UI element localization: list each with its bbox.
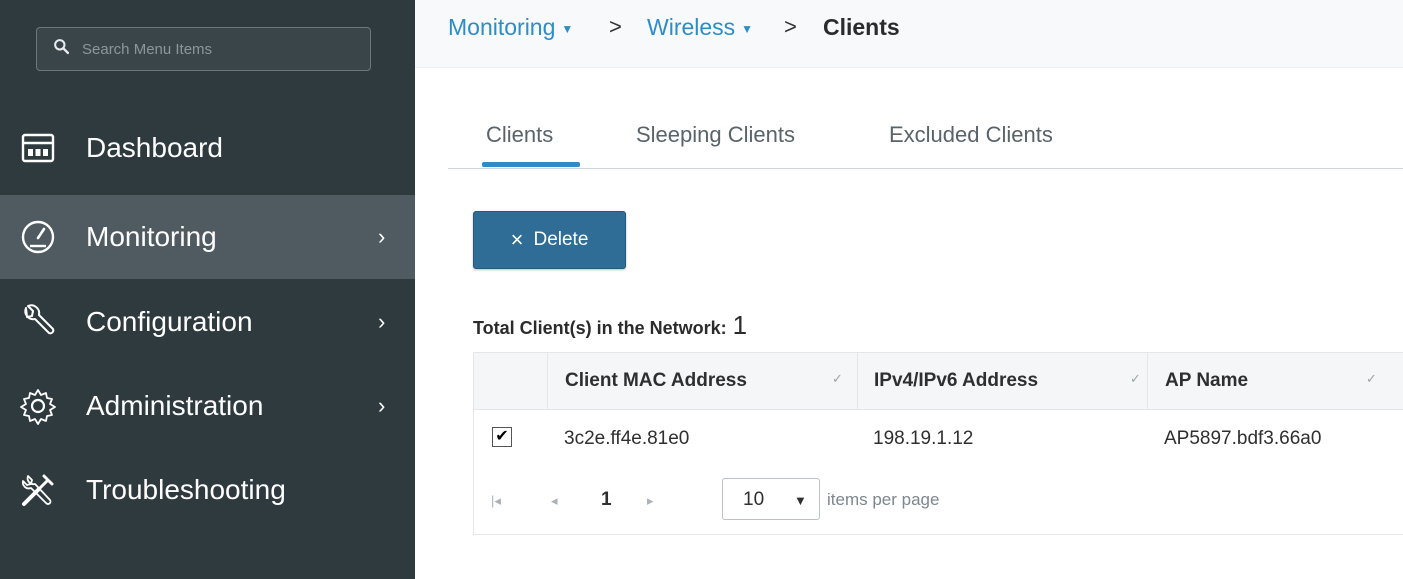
sort-icon[interactable]: ✓ bbox=[1366, 371, 1377, 387]
per-page-label: items per page bbox=[827, 490, 940, 509]
column-header-ip[interactable]: IPv4/IPv6 Address ✓ bbox=[857, 353, 1148, 409]
column-header-label: Client MAC Address bbox=[565, 370, 747, 391]
caret-down-icon: ▼ bbox=[561, 21, 574, 36]
total-clients: Total Client(s) in the Network: 1 bbox=[473, 310, 747, 341]
column-header-ap-name[interactable]: AP Name ✓ bbox=[1147, 353, 1403, 409]
gear-icon bbox=[14, 382, 62, 430]
first-page-icon[interactable]: |◂ bbox=[491, 493, 501, 509]
chevron-right-icon: › bbox=[378, 393, 386, 418]
active-tab-indicator bbox=[482, 162, 580, 167]
sidebar-item-label: Administration bbox=[86, 390, 264, 421]
breadcrumb-monitoring[interactable]: Monitoring ▼ bbox=[448, 14, 573, 41]
wrench-icon bbox=[14, 298, 62, 346]
sidebar-item-configuration[interactable]: Configuration › bbox=[0, 280, 415, 364]
search-icon bbox=[53, 38, 70, 60]
search-input[interactable] bbox=[80, 39, 344, 59]
breadcrumb-label: Monitoring bbox=[448, 14, 556, 40]
breadcrumb-separator: > bbox=[784, 14, 797, 39]
breadcrumb: Monitoring ▼ > Wireless ▼ > Clients bbox=[415, 0, 1403, 68]
sort-icon[interactable]: ✓ bbox=[832, 371, 843, 387]
sidebar-item-label: Troubleshooting bbox=[86, 474, 286, 505]
sidebar-item-monitoring[interactable]: Monitoring › bbox=[0, 195, 415, 279]
sidebar-item-label: Monitoring bbox=[86, 221, 217, 252]
clients-table: Client MAC Address ✓ IPv4/IPv6 Address ✓… bbox=[473, 352, 1403, 535]
delete-label: Delete bbox=[533, 229, 589, 250]
sidebar-item-label: Dashboard bbox=[86, 132, 223, 163]
tab-excluded-clients[interactable]: Excluded Clients bbox=[889, 122, 1053, 148]
delete-button[interactable]: × Delete bbox=[473, 211, 626, 269]
breadcrumb-wireless[interactable]: Wireless ▼ bbox=[647, 14, 753, 41]
close-icon: × bbox=[510, 227, 524, 252]
items-per-page-select[interactable]: 10 ▼ bbox=[722, 478, 820, 520]
sidebar: Dashboard Monitoring › Configuration › A… bbox=[0, 0, 415, 579]
breadcrumb-label: Wireless bbox=[647, 14, 736, 40]
tools-icon bbox=[14, 466, 62, 514]
chevron-right-icon: › bbox=[378, 224, 386, 249]
table-header: Client MAC Address ✓ IPv4/IPv6 Address ✓… bbox=[474, 353, 1403, 410]
tab-clients[interactable]: Clients bbox=[486, 122, 553, 148]
total-count: 1 bbox=[732, 310, 748, 340]
current-page[interactable]: 1 bbox=[601, 489, 612, 511]
next-page-icon[interactable]: ▸ bbox=[647, 493, 654, 509]
sidebar-item-administration[interactable]: Administration › bbox=[0, 364, 415, 448]
chevron-right-icon: › bbox=[378, 309, 386, 334]
gauge-icon bbox=[14, 213, 62, 261]
prev-page-icon[interactable]: ◂ bbox=[551, 493, 558, 509]
sort-icon[interactable]: ✓ bbox=[1130, 371, 1141, 387]
breadcrumb-separator: > bbox=[609, 14, 622, 39]
total-label: Total Client(s) in the Network: bbox=[473, 318, 727, 338]
cell-ap-name: AP5897.bdf3.66a0 bbox=[1164, 428, 1322, 449]
column-header-mac[interactable]: Client MAC Address ✓ bbox=[547, 353, 858, 409]
caret-down-icon: ▼ bbox=[741, 21, 754, 36]
column-header-label: AP Name bbox=[1165, 370, 1249, 391]
row-checkbox[interactable]: ✔ bbox=[492, 427, 512, 447]
sidebar-item-troubleshooting[interactable]: Troubleshooting bbox=[0, 448, 415, 532]
breadcrumb-current: Clients bbox=[823, 14, 900, 40]
cell-ip: 198.19.1.12 bbox=[873, 428, 974, 449]
tab-bar: Clients Sleeping Clients Excluded Client… bbox=[448, 110, 1403, 169]
caret-down-icon: ▼ bbox=[794, 493, 807, 508]
sidebar-item-label: Configuration bbox=[86, 306, 253, 337]
tab-sleeping-clients[interactable]: Sleeping Clients bbox=[636, 122, 795, 148]
cell-mac: 3c2e.ff4e.81e0 bbox=[564, 428, 690, 449]
search-box[interactable] bbox=[36, 27, 371, 71]
sidebar-item-dashboard[interactable]: Dashboard bbox=[0, 106, 415, 190]
per-page-value: 10 bbox=[743, 489, 765, 510]
dashboard-icon bbox=[14, 124, 62, 172]
column-header-label: IPv4/IPv6 Address bbox=[874, 370, 1039, 391]
